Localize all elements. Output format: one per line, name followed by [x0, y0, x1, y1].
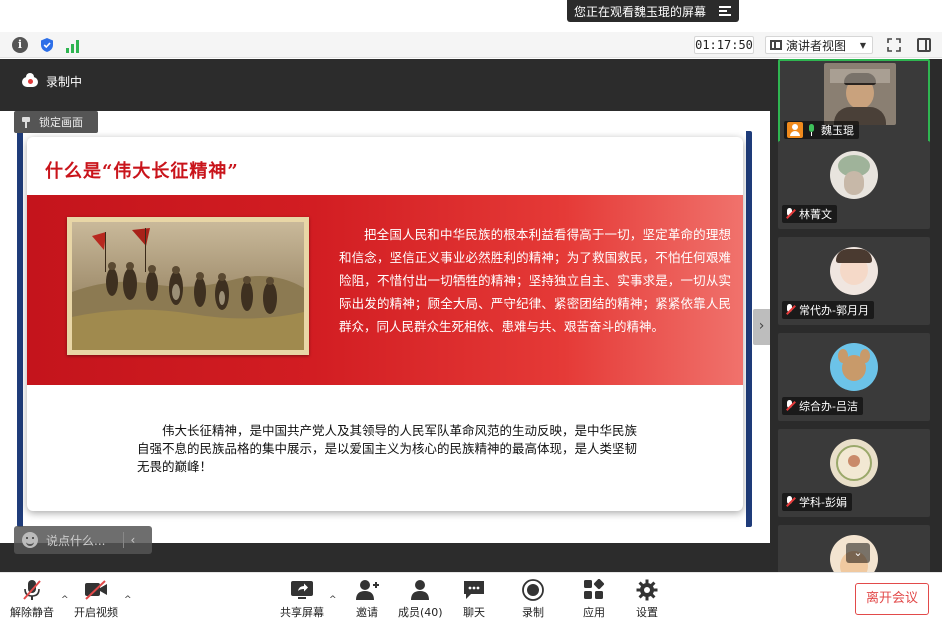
- participant-name-tag: 魏玉琨: [784, 121, 859, 139]
- participant-name-tag: 综合办-吕洁: [782, 397, 863, 415]
- view-mode-select[interactable]: 演讲者视图 ▼: [765, 36, 873, 54]
- recording-label: 录制中: [46, 75, 83, 89]
- slide-bottom-text: 伟大长征精神，是中国共产党人及其领导的人民军队革命风范的生动反映，是中华民族自强…: [137, 423, 638, 474]
- add-user-icon: [354, 579, 380, 601]
- cloud-record-icon: [22, 72, 38, 87]
- chat-quick-input[interactable]: 说点什么... ‹: [14, 526, 152, 554]
- invite-label: 邀请: [356, 606, 378, 619]
- participant-video: [824, 63, 896, 125]
- pin-icon: [22, 116, 30, 128]
- slide-title: 什么是“伟大长征精神”: [45, 161, 239, 182]
- painting-image: [72, 222, 304, 350]
- slide-band-text: 把全国人民和中华民族的根本利益看得高于一切，坚定革命的理想和信念，坚信正义事业必…: [339, 227, 731, 334]
- participant-tile[interactable]: 魏玉琨: [778, 59, 930, 147]
- leave-meeting-button[interactable]: 离开会议: [855, 583, 929, 615]
- participants-panel: 魏玉琨 林菁文 常代办-郭月月 综合办-吕洁 学科-彭娟 ⌄: [770, 59, 942, 572]
- avatar: [830, 247, 878, 295]
- share-screen-icon: [289, 579, 315, 601]
- participant-name-tag: 常代办-郭月月: [782, 301, 874, 319]
- apps-button[interactable]: 应用: [581, 578, 607, 620]
- chat-icon: [461, 579, 487, 601]
- record-label: 录制: [522, 606, 544, 619]
- mic-muted-icon: [785, 400, 795, 412]
- mic-muted-icon: [785, 496, 795, 508]
- participant-tile[interactable]: 综合办-吕洁: [778, 333, 930, 421]
- chevron-up-icon[interactable]: ^: [329, 595, 337, 605]
- invite-button[interactable]: 邀请: [354, 579, 380, 620]
- viewing-banner[interactable]: 您正在观看魏玉琨的屏幕: [567, 0, 739, 22]
- chevron-left-icon[interactable]: ‹: [130, 533, 135, 547]
- signal-icon[interactable]: [66, 37, 82, 53]
- avatar: [830, 439, 878, 487]
- chevron-down-icon: ▼: [859, 40, 866, 50]
- lock-view-button[interactable]: 锁定画面: [14, 111, 98, 133]
- slide-area: 什么是“伟大长征精神” 把全国人民和中华民族的根本利益看得高于一切，坚定革命的理…: [0, 111, 770, 554]
- view-mode-label: 演讲者视图: [786, 38, 847, 53]
- slide: 什么是“伟大长征精神” 把全国人民和中华民族的根本利益看得高于一切，坚定革命的理…: [27, 137, 743, 511]
- apps-icon: [581, 578, 607, 601]
- chevron-up-icon[interactable]: ^: [124, 595, 132, 605]
- participant-name: 常代办-郭月月: [799, 304, 869, 317]
- participant-name-tag: 学科-彭娟: [782, 493, 852, 511]
- unmute-button[interactable]: 解除静音: [10, 579, 54, 620]
- recording-indicator[interactable]: 录制中: [22, 72, 83, 90]
- members-button[interactable]: 成员(40): [398, 579, 443, 620]
- mic-active-icon: [807, 124, 817, 136]
- apps-label: 应用: [583, 606, 605, 619]
- slide-red-band: 把全国人民和中华民族的根本利益看得高于一切，坚定革命的理想和信念，坚信正义事业必…: [27, 195, 743, 385]
- chevron-up-icon[interactable]: ^: [61, 595, 69, 605]
- speaker-view-icon: [770, 40, 782, 50]
- avatar: [830, 343, 878, 391]
- sidebar-toggle-icon[interactable]: [917, 38, 931, 52]
- lock-view-label: 锁定画面: [39, 116, 83, 129]
- scroll-down-button[interactable]: ⌄: [846, 543, 870, 563]
- fullscreen-icon[interactable]: [886, 37, 902, 53]
- participant-name: 林菁文: [799, 208, 832, 221]
- chat-label: 聊天: [463, 606, 485, 619]
- chat-placeholder: 说点什么...: [46, 533, 106, 548]
- recording-bar: 录制中: [0, 59, 770, 111]
- meeting-timer: 01:17:50: [694, 36, 754, 54]
- settings-button[interactable]: 设置: [634, 579, 660, 620]
- participant-name: 魏玉琨: [821, 124, 854, 137]
- info-icon[interactable]: i: [12, 37, 28, 53]
- mic-muted-icon: [785, 304, 795, 316]
- participant-name-tag: 林菁文: [782, 205, 837, 223]
- meeting-toolbar: 解除静音 ^ 开启视频 ^ 共享屏幕 ^ 邀请 成员(40) 聊天 录制 应用 …: [0, 572, 942, 622]
- share-screen-label: 共享屏幕: [280, 606, 324, 619]
- mic-muted-icon: [785, 208, 795, 220]
- gear-icon: [634, 579, 660, 601]
- record-button[interactable]: 录制: [520, 579, 546, 620]
- viewing-banner-text: 您正在观看魏玉琨的屏幕: [574, 4, 707, 19]
- emoji-icon[interactable]: [22, 532, 38, 548]
- mic-muted-icon: [19, 579, 45, 601]
- participant-tile[interactable]: 学科-彭娟: [778, 429, 930, 517]
- meeting-window: 您正在观看魏玉琨的屏幕 i 01:17:50 演讲者视图 ▼ 录制中 锁定画面 …: [0, 0, 942, 622]
- participant-tile[interactable]: 常代办-郭月月: [778, 237, 930, 325]
- shared-screen-stage: 录制中 锁定画面 什么是“伟大长征精神” 把全国人民和中华民族的根本利益看得高于…: [0, 59, 770, 572]
- unmute-label: 解除静音: [10, 606, 54, 619]
- members-icon: [407, 579, 433, 601]
- shield-icon[interactable]: [39, 37, 55, 53]
- long-march-painting: [67, 217, 309, 355]
- avatar: [830, 151, 878, 199]
- share-screen-button[interactable]: 共享屏幕: [280, 579, 324, 620]
- expand-panel-button[interactable]: ›: [753, 309, 770, 345]
- menu-icon[interactable]: [719, 6, 731, 16]
- participant-tile[interactable]: 林菁文: [778, 141, 930, 229]
- start-video-label: 开启视频: [74, 606, 118, 619]
- record-icon: [520, 579, 546, 601]
- video-off-icon: [83, 579, 109, 601]
- participant-name: 学科-彭娟: [799, 496, 847, 509]
- participant-name: 综合办-吕洁: [799, 400, 858, 413]
- settings-label: 设置: [636, 606, 658, 619]
- chat-button[interactable]: 聊天: [461, 579, 487, 620]
- status-bar: i 01:17:50 演讲者视图 ▼: [0, 32, 942, 58]
- start-video-button[interactable]: 开启视频: [74, 579, 118, 620]
- host-icon: [787, 122, 803, 138]
- members-label: 成员(40): [398, 606, 443, 619]
